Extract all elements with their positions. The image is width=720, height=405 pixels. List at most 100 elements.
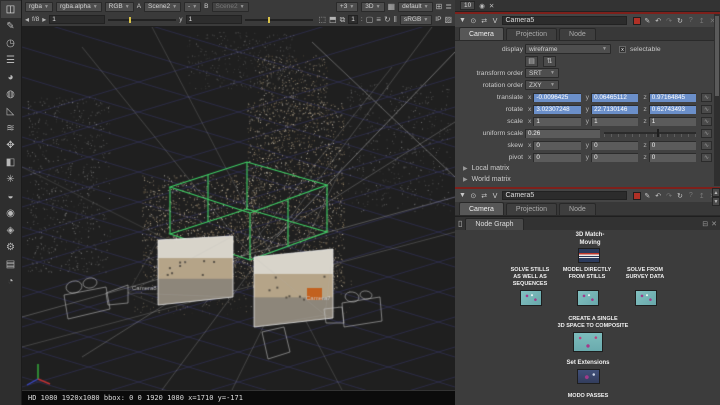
node-graph-canvas[interactable]: 3D Match- Moving SOLVE STILLS AS WELL AS… [455, 230, 720, 405]
revert-icon[interactable]: ↻ [676, 17, 685, 25]
view-mode-dropdown[interactable]: 3D▼ [361, 2, 384, 12]
keyer-icon[interactable]: ◺ [1, 103, 21, 120]
skew-animation-button[interactable]: ∿ [701, 141, 712, 150]
undo-icon[interactable]: ↶ [654, 17, 663, 25]
layer-dropdown[interactable]: rgba▼ [25, 2, 53, 12]
close-pane-icon[interactable]: ✕ [711, 220, 717, 228]
float-window-icon[interactable]: ⊞ [436, 2, 443, 12]
help-icon[interactable]: ? [686, 17, 695, 24]
split-pane-icon[interactable]: ⊟ [702, 220, 708, 228]
time-icon[interactable]: ◷ [1, 35, 21, 52]
scale-x-field[interactable]: 1 [533, 117, 580, 126]
collapse-icon[interactable]: ▼ [458, 192, 467, 199]
scroll-down-icon[interactable]: ▼ [712, 197, 720, 206]
properties-scrollbar[interactable] [714, 14, 720, 186]
node-thumbnail-set-extensions[interactable] [577, 369, 600, 384]
monitor-out-icon[interactable]: ▦ [388, 2, 396, 12]
translate-animation-button[interactable]: ∿ [701, 93, 712, 102]
translate-x-field[interactable]: -0.0096425 [533, 93, 580, 102]
edit-expression-icon[interactable]: ✎ [643, 192, 652, 200]
roi-icon[interactable]: ⬚ [318, 15, 326, 25]
node-name-field[interactable]: Camera5 [502, 16, 627, 25]
gain-input[interactable]: 1 [49, 15, 105, 24]
help-icon[interactable]: ? [686, 192, 695, 199]
tab-node-graph[interactable]: Node Graph [465, 218, 523, 230]
node-name-field[interactable]: Camera5 [502, 191, 627, 200]
pivot-animation-button[interactable]: ∿ [701, 153, 712, 162]
views-icon[interactable]: ◉ [1, 205, 21, 222]
gain-slider[interactable] [108, 19, 176, 21]
color-icon[interactable]: ◕ [1, 69, 21, 86]
proxy-icon[interactable]: ⬒ [329, 15, 337, 25]
maximize-icon[interactable]: ↥ [697, 192, 706, 200]
node-thumbnail-matchmoving[interactable] [578, 248, 600, 263]
node-thumbnail-solve-stills[interactable] [520, 290, 542, 306]
expand-arrow-icon[interactable]: ▶ [463, 165, 468, 172]
rotate-z-field[interactable]: 0.62743493 [649, 105, 696, 114]
node-color-swatch[interactable] [633, 17, 641, 25]
3d-icon[interactable]: ◧ [1, 154, 21, 171]
b-input-dropdown[interactable]: Scene2▼ [212, 2, 249, 12]
selectable-checkbox[interactable]: x [619, 46, 626, 53]
channel-display-dropdown[interactable]: RGB▼ [105, 2, 134, 12]
draw-icon[interactable]: ✎ [1, 18, 21, 35]
slider-thumb[interactable] [657, 129, 659, 137]
panel-count-field[interactable]: 10 [460, 1, 475, 10]
ab-blend-dropdown[interactable]: -▼ [184, 2, 201, 12]
gamma-slider[interactable] [245, 19, 313, 21]
3d-viewport[interactable] [22, 27, 455, 390]
tab-projection[interactable]: Projection [506, 28, 557, 40]
maximize-icon[interactable]: ↥ [697, 17, 706, 25]
redo-icon[interactable]: ↷ [665, 17, 674, 25]
merge-icon[interactable]: ≋ [1, 120, 21, 137]
scale-z-field[interactable]: 1 [649, 117, 696, 126]
tab-node[interactable]: Node [559, 28, 596, 40]
filter-icon[interactable]: ◍ [1, 86, 21, 103]
clipping-icon[interactable]: ▢ [366, 15, 374, 25]
translate-y-field[interactable]: 0.06465112 [591, 93, 638, 102]
tab-node[interactable]: Node [559, 203, 596, 215]
content-menu-icon[interactable]: ▯ [458, 219, 462, 228]
axis-icon-button[interactable]: ⇅ [543, 56, 556, 67]
node-thumbnail-solve-survey[interactable] [635, 290, 657, 306]
nuke-logo-icon[interactable]: ◫ [1, 1, 21, 18]
uniform-scale-field[interactable]: 0.26 [525, 129, 600, 138]
translate-z-field[interactable]: 0.97164845 [649, 93, 696, 102]
gain-toggle-icon[interactable]: ◂ [25, 15, 29, 25]
toolsets-icon[interactable]: ⚙ [1, 239, 21, 256]
gain-step-icon[interactable]: ▸ [42, 15, 46, 25]
pivot-y-field[interactable]: 0 [591, 153, 638, 162]
tab-camera[interactable]: Camera [459, 202, 504, 215]
skew-z-field[interactable]: 0 [649, 141, 696, 150]
stereo-icon[interactable]: ≡ [376, 15, 381, 25]
pivot-z-field[interactable]: 0 [649, 153, 696, 162]
node-color-swatch[interactable] [633, 192, 641, 200]
other-icon[interactable]: ▤ [1, 256, 21, 273]
viewport-canvas[interactable] [22, 27, 455, 390]
display-profile-dropdown[interactable]: default▼ [398, 2, 432, 12]
transform-icon[interactable]: ✥ [1, 137, 21, 154]
center-node-icon[interactable]: ⊙ [469, 192, 478, 200]
rotate-x-field[interactable]: 3.02307248 [533, 105, 580, 114]
tab-projection[interactable]: Projection [506, 203, 557, 215]
gamma-input[interactable]: 1 [186, 15, 242, 24]
script-editor-icon[interactable]: ◔ [1, 273, 21, 290]
revert-icon[interactable]: ↻ [676, 192, 685, 200]
downrez-input[interactable]: 1 [348, 15, 358, 24]
monitor-icon[interactable]: ⧉ [340, 15, 346, 25]
deep-icon[interactable]: ◒ [1, 188, 21, 205]
close-all-icon[interactable]: ✕ [489, 2, 494, 10]
redo-icon[interactable]: ↷ [665, 192, 674, 200]
center-node-icon[interactable]: ⊙ [469, 17, 478, 25]
metadata-icon[interactable]: ◈ [1, 222, 21, 239]
float-panel-icon[interactable]: ⇄ [480, 192, 489, 200]
rotate-y-field[interactable]: 22.7130146 [591, 105, 638, 114]
uniform-scale-animation-button[interactable]: ∿ [701, 129, 712, 138]
transform-order-dropdown[interactable]: SRT▼ [525, 68, 559, 78]
alpha-dropdown[interactable]: rgba.alpha▼ [56, 2, 102, 12]
undo-icon[interactable]: ↶ [654, 192, 663, 200]
float-panel-icon[interactable]: ⇄ [480, 17, 489, 25]
zoom-dropdown[interactable]: +3▼ [336, 2, 358, 12]
scroll-up-icon[interactable]: ▲ [712, 188, 720, 197]
node-thumbnail-model-directly[interactable] [577, 290, 599, 306]
